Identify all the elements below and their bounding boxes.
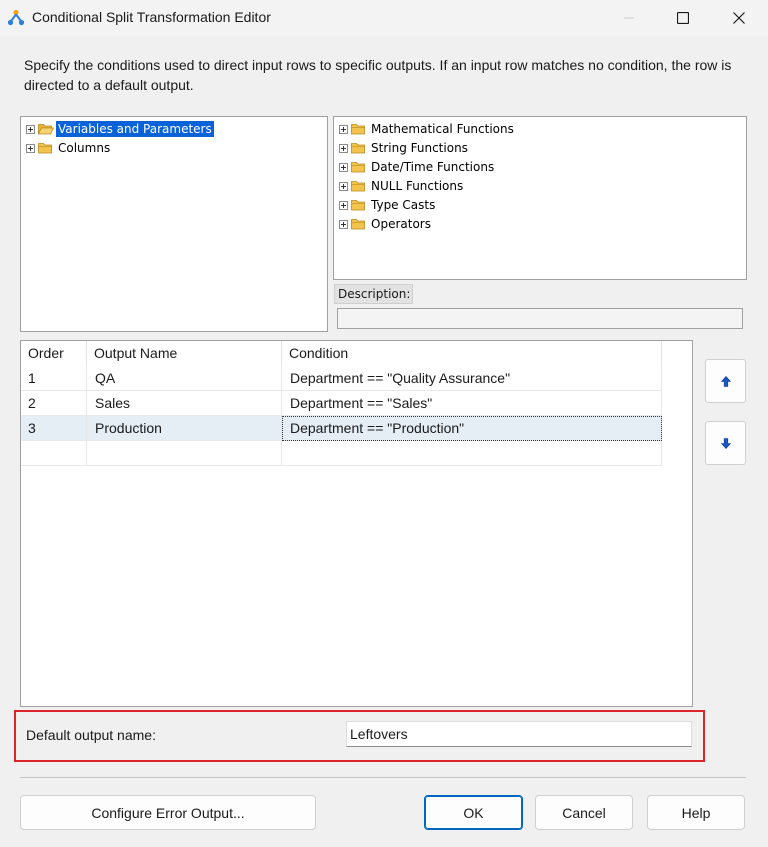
folder-icon <box>351 162 365 173</box>
functions-tree[interactable]: Mathematical Functions String Functions … <box>333 116 747 280</box>
tree-node-mathematical-functions[interactable]: Mathematical Functions <box>339 120 516 138</box>
minimize-icon <box>624 17 634 19</box>
configure-error-output-button[interactable]: Configure Error Output... <box>20 795 316 830</box>
help-button[interactable]: Help <box>647 795 745 830</box>
ok-button[interactable]: OK <box>424 795 523 830</box>
folder-icon <box>351 143 365 154</box>
instructions-text: Specify the conditions used to direct in… <box>24 57 732 93</box>
output-name-cell[interactable] <box>87 441 282 466</box>
window-title: Conditional Split Transformation Editor <box>32 9 271 25</box>
table-row-selected[interactable]: 3 Production Department == "Production" <box>21 416 662 441</box>
tree-node-label: Mathematical Functions <box>371 122 514 136</box>
folder-icon <box>351 200 365 211</box>
column-header-condition[interactable]: Condition <box>282 341 662 366</box>
expand-icon[interactable] <box>339 200 348 210</box>
tree-node-label: String Functions <box>371 141 468 155</box>
expand-icon[interactable] <box>339 124 348 134</box>
default-output-name-input[interactable]: Leftovers <box>346 721 692 747</box>
column-header-order[interactable]: Order <box>21 341 87 366</box>
maximize-icon <box>677 12 689 24</box>
table-row[interactable]: 2 Sales Department == "Sales" <box>21 391 662 416</box>
move-down-button[interactable] <box>705 421 746 465</box>
title-bar: Conditional Split Transformation Editor <box>0 0 768 36</box>
order-cell: 1 <box>21 366 87 391</box>
tree-node-label: NULL Functions <box>371 179 464 193</box>
expand-icon[interactable] <box>339 162 348 172</box>
output-name-cell[interactable]: Sales <box>87 391 282 416</box>
expand-icon[interactable] <box>339 181 348 191</box>
table-row-new[interactable] <box>21 441 662 466</box>
folder-icon <box>351 124 365 135</box>
tree-node-type-casts[interactable]: Type Casts <box>339 196 437 214</box>
tree-node-datetime-functions[interactable]: Date/Time Functions <box>339 158 496 176</box>
arrow-down-icon <box>720 437 731 449</box>
expand-icon[interactable] <box>339 219 348 229</box>
tree-node-label: Columns <box>58 141 111 155</box>
ssis-transform-icon <box>7 9 25 26</box>
tree-node-string-functions[interactable]: String Functions <box>339 139 470 157</box>
grid-header: Order Output Name Condition <box>21 341 662 366</box>
tree-node-label: Operators <box>371 217 431 231</box>
output-name-cell[interactable]: QA <box>87 366 282 391</box>
variables-columns-tree[interactable]: Variables and Parameters Columns <box>20 116 328 332</box>
output-name-cell[interactable]: Production <box>87 416 282 441</box>
maximize-button[interactable] <box>660 0 706 36</box>
tree-node-label: Type Casts <box>371 198 436 212</box>
folder-open-icon <box>38 124 54 135</box>
description-box <box>337 308 743 329</box>
minimize-button[interactable] <box>606 0 652 36</box>
expand-icon[interactable] <box>26 143 35 153</box>
expand-icon[interactable] <box>339 143 348 153</box>
close-button[interactable] <box>716 0 762 36</box>
condition-cell[interactable] <box>282 441 662 466</box>
default-output-label: Default output name: <box>26 727 156 743</box>
table-row[interactable]: 1 QA Department == "Quality Assurance" <box>21 366 662 391</box>
column-header-output-name[interactable]: Output Name <box>87 341 282 366</box>
default-output-section: Default output name: Leftovers <box>14 710 705 762</box>
tree-node-label: Date/Time Functions <box>371 160 495 174</box>
order-cell: 3 <box>21 416 87 441</box>
order-cell <box>21 441 87 466</box>
arrow-up-icon <box>720 375 731 387</box>
condition-cell[interactable]: Department == "Sales" <box>282 391 662 416</box>
tree-node-columns[interactable]: Columns <box>26 139 112 157</box>
tree-node-label: Variables and Parameters <box>56 121 214 137</box>
tree-node-null-functions[interactable]: NULL Functions <box>339 177 465 195</box>
folder-icon <box>38 143 52 154</box>
move-up-button[interactable] <box>705 359 746 403</box>
tree-node-operators[interactable]: Operators <box>339 215 433 233</box>
divider <box>20 777 746 778</box>
folder-icon <box>351 219 365 230</box>
conditions-grid[interactable]: Order Output Name Condition 1 QA Departm… <box>20 340 693 707</box>
expand-icon[interactable] <box>26 124 35 134</box>
folder-icon <box>351 181 365 192</box>
condition-cell[interactable]: Department == "Production" <box>282 416 662 441</box>
order-cell: 2 <box>21 391 87 416</box>
description-label: Description: <box>334 284 413 304</box>
cancel-button[interactable]: Cancel <box>535 795 633 830</box>
close-icon <box>733 12 745 24</box>
tree-node-variables[interactable]: Variables and Parameters <box>26 120 214 138</box>
condition-cell[interactable]: Department == "Quality Assurance" <box>282 366 662 391</box>
